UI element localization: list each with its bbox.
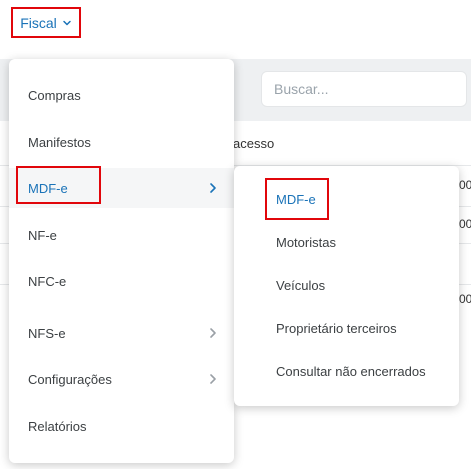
- submenu-item-veiculos[interactable]: Veículos: [234, 267, 459, 303]
- menu-item-mdfe[interactable]: MDF-e: [9, 168, 234, 208]
- chevron-right-icon: [208, 372, 218, 386]
- menu-item-nfse[interactable]: NFS-e: [9, 313, 234, 353]
- menu-item-configuracoes[interactable]: Configurações: [9, 359, 234, 399]
- table-cell: 00: [459, 178, 471, 192]
- menu-item-label: Manifestos: [28, 134, 91, 150]
- mdfe-submenu: MDF-e Motoristas Veículos Proprietário t…: [234, 166, 459, 406]
- chevron-down-icon: [62, 18, 72, 28]
- menu-item-manifestos[interactable]: Manifestos: [9, 122, 234, 162]
- submenu-item-consultar-nao-encerrados[interactable]: Consultar não encerrados: [234, 353, 459, 389]
- submenu-item-label: Veículos: [276, 277, 326, 293]
- menu-item-label: NF-e: [28, 227, 57, 243]
- chevron-right-icon: [208, 181, 218, 195]
- menu-item-nfce[interactable]: NFC-e: [9, 261, 234, 301]
- submenu-item-motoristas[interactable]: Motoristas: [234, 224, 459, 260]
- page: Fiscal acesso 00 00 00 Compras Manifesto…: [0, 0, 471, 469]
- submenu-item-label: Motoristas: [276, 234, 336, 250]
- menu-item-label: NFS-e: [28, 325, 66, 341]
- table-cell: 00: [459, 217, 471, 231]
- menu-item-label: Configurações: [28, 371, 112, 387]
- table-cell: 00: [459, 292, 471, 306]
- chevron-right-icon: [208, 326, 218, 340]
- fiscal-menu-label: Fiscal: [20, 14, 57, 31]
- submenu-item-proprietario-terceiros[interactable]: Proprietário terceiros: [234, 310, 459, 346]
- menu-item-label: MDF-e: [28, 180, 68, 196]
- submenu-item-label: Consultar não encerrados: [276, 363, 426, 379]
- menu-item-relatorios[interactable]: Relatórios: [9, 406, 234, 446]
- menu-item-nfe[interactable]: NF-e: [9, 215, 234, 255]
- fiscal-dropdown-menu: Compras Manifestos MDF-e NF-e NFC-e NFS-…: [9, 59, 234, 463]
- menu-item-label: Relatórios: [28, 418, 87, 434]
- menu-item-compras[interactable]: Compras: [9, 75, 234, 115]
- search-input[interactable]: [261, 71, 467, 107]
- submenu-item-mdfe[interactable]: MDF-e: [234, 181, 459, 217]
- submenu-item-label: MDF-e: [276, 191, 316, 207]
- menu-item-label: Compras: [28, 87, 81, 103]
- table-column-header: acesso: [233, 136, 275, 151]
- fiscal-menu-button[interactable]: Fiscal: [11, 7, 81, 38]
- submenu-item-label: Proprietário terceiros: [276, 320, 397, 336]
- menu-item-label: NFC-e: [28, 273, 67, 289]
